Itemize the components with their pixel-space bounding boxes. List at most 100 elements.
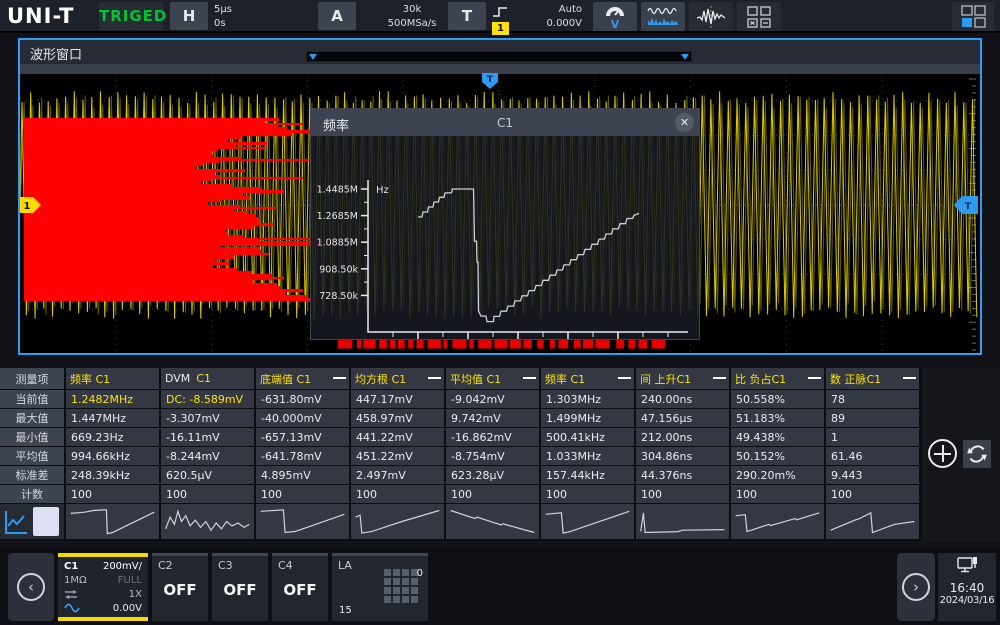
remove-measurement-dash[interactable] bbox=[523, 377, 536, 379]
trend-chart-icon[interactable] bbox=[3, 508, 29, 536]
channel-1-tile[interactable]: C1 200mV/ 1MΩ FULL 1X 0.00V bbox=[58, 553, 148, 621]
acquire-menu-button[interactable]: A bbox=[318, 2, 356, 30]
la-bit-square bbox=[411, 587, 418, 594]
measurement-column-header[interactable]: 频率 C1 bbox=[66, 368, 159, 389]
trigger-level-value: 0.000V bbox=[516, 17, 582, 31]
measurement-value-cell: 994.66kHz bbox=[66, 447, 159, 465]
remove-measurement-dash[interactable] bbox=[428, 377, 441, 379]
channel-4-tile[interactable]: C4 OFF bbox=[272, 553, 328, 621]
waveform-window-title: 波形窗口 bbox=[30, 44, 82, 63]
window-calculator-button[interactable] bbox=[737, 2, 781, 31]
remove-measurement-dash[interactable] bbox=[618, 377, 631, 379]
fft-button[interactable] bbox=[641, 2, 685, 31]
c3-label: C3 bbox=[218, 559, 262, 572]
measurement-column: 平均值 C1-9.042mV9.742mV-16.862mV-8.754mV62… bbox=[446, 368, 539, 539]
measurement-column-header[interactable]: 比 负占C1 bbox=[731, 368, 824, 389]
measurement-column: 数 正脉C17889161.469.443100 bbox=[826, 368, 919, 539]
measurement-value-cell: 290.20m% bbox=[731, 466, 824, 484]
measurement-column-header[interactable]: 底端值 C1 bbox=[256, 368, 349, 389]
rising-edge-icon bbox=[492, 6, 509, 18]
channel-3-tile[interactable]: C3 OFF bbox=[212, 553, 268, 621]
measurement-sparkline bbox=[731, 504, 824, 539]
remove-measurement-dash[interactable] bbox=[903, 377, 916, 379]
row-label: 计数 bbox=[0, 485, 64, 503]
c3-state: OFF bbox=[218, 581, 262, 599]
trigger-values: Auto 0.000V bbox=[516, 3, 582, 31]
svg-text:T: T bbox=[487, 75, 494, 85]
svg-text:1.2685M: 1.2685M bbox=[317, 211, 358, 222]
dvm-button[interactable]: V bbox=[593, 2, 637, 31]
measurement-column-header[interactable]: 间 上升C1 bbox=[636, 368, 729, 389]
measurement-value-cell: 100 bbox=[66, 485, 159, 503]
svg-text:728.50k: 728.50k bbox=[319, 291, 358, 302]
measurement-value-cell: 89 bbox=[826, 409, 919, 427]
time-value: 16:40 bbox=[938, 581, 996, 595]
measurement-value-cell: 157.44kHz bbox=[541, 466, 634, 484]
measurement-column-header[interactable]: 数 正脉C1 bbox=[826, 368, 919, 389]
remove-measurement-dash[interactable] bbox=[333, 377, 346, 379]
channel-2-tile[interactable]: C2 OFF bbox=[152, 553, 208, 621]
remove-measurement-dash[interactable] bbox=[808, 377, 821, 379]
horizontal-values: 5μs 0s bbox=[214, 3, 232, 31]
display-layout-button[interactable] bbox=[952, 2, 994, 31]
remove-measurement-dash[interactable] bbox=[713, 377, 726, 379]
la-high-label: 0 bbox=[417, 568, 423, 579]
measurement-column-header[interactable]: 均方根 C1 bbox=[351, 368, 444, 389]
measurement-value-cell: DC: -8.589mV bbox=[161, 390, 254, 408]
measurement-value-cell: 458.97mV bbox=[351, 409, 444, 427]
trigger-status-badge: TRIGED bbox=[99, 2, 163, 30]
measurement-value-cell: 50.152% bbox=[731, 447, 824, 465]
svg-text:908.50k: 908.50k bbox=[319, 264, 358, 275]
measurement-value-cell: -641.78mV bbox=[256, 447, 349, 465]
add-measurement-button[interactable] bbox=[928, 439, 957, 468]
measurement-column: 频率 C11.303MHz1.499MHz500.41kHz1.033MHz15… bbox=[541, 368, 634, 539]
c1-offset: 0.00V bbox=[113, 603, 142, 614]
trend-toggle-cell bbox=[0, 504, 64, 539]
channel-1-position-marker[interactable]: 1 bbox=[20, 197, 42, 217]
anomaly-waveform-icon bbox=[695, 5, 727, 29]
c1-probe: 1X bbox=[129, 589, 142, 600]
c4-state: OFF bbox=[278, 581, 322, 599]
measurement-columns: 频率 C11.2482MHz1.447MHz669.23Hz994.66kHz2… bbox=[66, 368, 919, 539]
la-bit-square bbox=[384, 596, 391, 603]
horizontal-position-scrollbar[interactable] bbox=[306, 51, 692, 62]
measurement-sparkline bbox=[541, 504, 634, 539]
measurement-value-cell: 623.28μV bbox=[446, 466, 539, 484]
trigger-position-marker[interactable]: T bbox=[482, 73, 498, 89]
close-icon[interactable]: ✕ bbox=[675, 113, 694, 132]
measurement-column-header[interactable]: DVM C1 bbox=[161, 368, 254, 389]
c2-label: C2 bbox=[158, 559, 202, 572]
popup-titlebar[interactable]: 频率 C1 ✕ bbox=[311, 109, 699, 136]
measurement-value-cell: -631.80mV bbox=[256, 390, 349, 408]
la-bit-square bbox=[411, 578, 418, 585]
system-clock-tile[interactable]: 16:40 2024/03/16 bbox=[938, 553, 996, 621]
trigger-level-marker[interactable]: T bbox=[954, 196, 978, 218]
channel-bar-next-button[interactable]: › bbox=[897, 553, 935, 621]
svg-text:1: 1 bbox=[24, 201, 31, 212]
measurement-sparkline bbox=[351, 504, 444, 539]
c1-label: C1 bbox=[64, 561, 78, 572]
horizontal-offset-value: 0s bbox=[214, 17, 232, 31]
stats-view-toggle[interactable] bbox=[33, 507, 59, 536]
remote-display-icon bbox=[955, 556, 979, 576]
channel-bar-prev-button[interactable]: ‹ bbox=[8, 553, 54, 621]
logic-analyzer-tile[interactable]: LA 0 15 bbox=[332, 553, 428, 621]
la-bit-square bbox=[411, 596, 418, 603]
multi-window-icon bbox=[746, 5, 772, 29]
measurement-value-cell: 240.00ns bbox=[636, 390, 729, 408]
la-channel-grid-icon bbox=[384, 569, 418, 603]
trigger-menu-button[interactable]: T bbox=[448, 2, 486, 30]
reset-statistics-button[interactable] bbox=[963, 440, 991, 468]
waveform-analysis-button[interactable] bbox=[689, 2, 733, 31]
memory-depth-value: 30k bbox=[362, 3, 462, 17]
measurement-value-cell: 100 bbox=[351, 485, 444, 503]
measurement-value-cell: 212.00ns bbox=[636, 428, 729, 446]
trigger-source-badge: 1 bbox=[492, 22, 509, 35]
c1-scale: 200mV/ bbox=[103, 561, 142, 572]
measurement-column-header[interactable]: 平均值 C1 bbox=[446, 368, 539, 389]
measurement-value-cell: 1.447MHz bbox=[66, 409, 159, 427]
horizontal-menu-button[interactable]: H bbox=[170, 2, 208, 30]
la-bit-square bbox=[393, 596, 400, 603]
measurement-column-header[interactable]: 频率 C1 bbox=[541, 368, 634, 389]
row-label: 平均值 bbox=[0, 447, 64, 465]
